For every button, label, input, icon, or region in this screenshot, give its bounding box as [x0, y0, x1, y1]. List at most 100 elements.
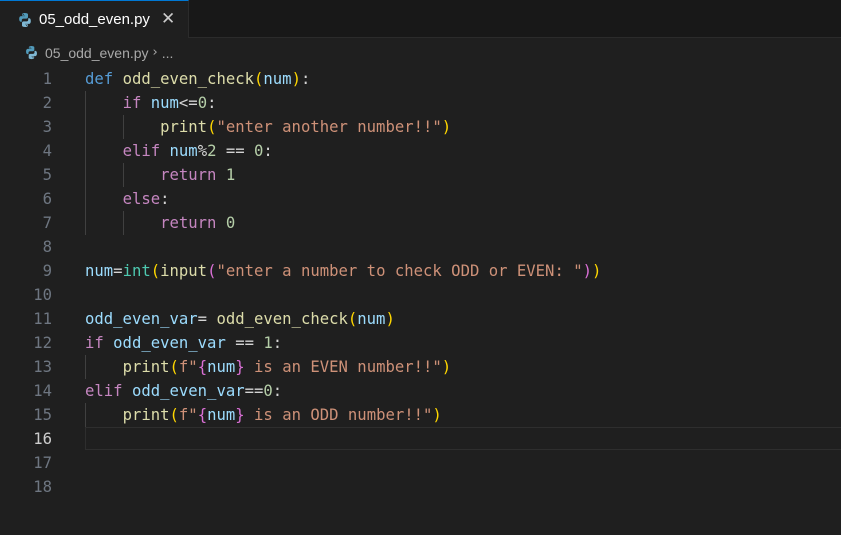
code-token: :	[272, 382, 283, 400]
code-token: =	[113, 262, 123, 280]
code-token: }	[235, 406, 245, 424]
code-token: "enter a number to check ODD or EVEN: "	[216, 262, 583, 280]
line-number: 8	[42, 238, 52, 256]
line-number: 1	[42, 70, 52, 88]
line-number: 18	[33, 478, 52, 496]
code-text: print("enter another number!!")	[85, 115, 451, 139]
code-editor[interactable]: 1 def odd_even_check(num): 2 if num<=0: 3 p…	[0, 67, 841, 535]
code-text: if odd_even_var == 1:	[85, 331, 282, 355]
code-token: num	[150, 94, 179, 112]
code-token: {	[197, 358, 208, 376]
line-number: 10	[33, 286, 52, 304]
code-token: (	[169, 358, 179, 376]
code-text: if num<=0:	[85, 91, 217, 115]
line-number: 6	[42, 190, 52, 208]
code-token: is an EVEN number!!"	[244, 358, 442, 376]
code-token: odd_even_var	[85, 310, 198, 328]
code-line[interactable]: 17	[0, 451, 841, 475]
code-token: :	[263, 142, 273, 160]
code-token: 1	[263, 334, 273, 352]
code-token: %	[197, 142, 208, 160]
code-text: elif num%2 == 0:	[85, 139, 273, 163]
line-number: 15	[33, 406, 52, 424]
code-token: )	[291, 70, 301, 88]
code-token: else	[122, 190, 161, 208]
code-text: def odd_even_check(num):	[85, 67, 310, 91]
code-line[interactable]: 6 else:	[0, 187, 841, 211]
code-token: :	[272, 334, 283, 352]
code-line[interactable]: 4 elif num%2 == 0:	[0, 139, 841, 163]
line-number: 5	[42, 166, 52, 184]
current-line-highlight	[85, 427, 841, 450]
python-icon	[19, 12, 31, 27]
code-text: return 1	[85, 163, 235, 187]
code-token: :	[207, 94, 217, 112]
code-line[interactable]: 5 return 1	[0, 163, 841, 187]
code-line[interactable]: 15 print(f"{num} is an ODD number!!")	[0, 403, 841, 427]
close-icon[interactable]: ✕	[161, 11, 175, 28]
code-token: odd_even_check	[216, 310, 348, 328]
code-line[interactable]: 8	[0, 235, 841, 259]
code-token: )	[385, 310, 395, 328]
code-token: print	[160, 118, 208, 136]
code-token: )	[592, 262, 602, 280]
code-text: print(f"{num} is an EVEN number!!")	[85, 355, 452, 379]
chevron-right-icon: ›	[152, 45, 158, 60]
breadcrumb-symbols[interactable]: ...	[162, 45, 174, 61]
code-token: print	[122, 358, 170, 376]
code-line[interactable]: 18	[0, 475, 841, 499]
code-line[interactable]: 14 elif odd_even_var==0:	[0, 379, 841, 403]
breadcrumb-file[interactable]: 05_odd_even.py	[45, 45, 149, 61]
code-token: 0	[197, 94, 208, 112]
code-text: num=int(input("enter a number to check O…	[85, 259, 601, 283]
code-line[interactable]: 11 odd_even_var= odd_even_check(num)	[0, 307, 841, 331]
code-token: :	[160, 190, 170, 208]
tab-05-odd-even[interactable]: 05_odd_even.py ✕	[0, 0, 189, 38]
code-line[interactable]: 7 return 0	[0, 211, 841, 235]
breadcrumb: 05_odd_even.py › ...	[0, 38, 841, 67]
code-token: 0	[254, 142, 264, 160]
code-token: num	[207, 406, 236, 424]
code-line[interactable]: 1 def odd_even_check(num):	[0, 67, 841, 91]
line-number: 11	[33, 310, 52, 328]
code-text: print(f"{num} is an ODD number!!")	[85, 403, 442, 427]
code-line[interactable]: 16	[0, 427, 841, 451]
code-token: print	[122, 406, 170, 424]
code-token: f"	[178, 406, 198, 424]
code-token: num	[85, 262, 114, 280]
code-line[interactable]: 13 print(f"{num} is an EVEN number!!")	[0, 355, 841, 379]
tab-label: 05_odd_even.py	[39, 11, 150, 28]
line-number: 13	[33, 358, 52, 376]
code-token: return	[160, 166, 217, 184]
line-number: 17	[33, 454, 52, 472]
code-token: is an ODD number!!"	[244, 406, 433, 424]
code-line[interactable]: 9 num=int(input("enter a number to check …	[0, 259, 841, 283]
code-text: return 0	[85, 211, 235, 235]
code-token: 1	[225, 166, 236, 184]
code-line[interactable]: 12 if odd_even_var == 1:	[0, 331, 841, 355]
code-token: )	[582, 262, 593, 280]
code-text: elif odd_even_var==0:	[85, 379, 282, 403]
code-token: (	[254, 70, 264, 88]
code-token: num	[207, 358, 236, 376]
line-number: 7	[42, 214, 52, 232]
code-token: if	[85, 334, 104, 352]
code-line[interactable]: 10	[0, 283, 841, 307]
code-line[interactable]: 2 if num<=0:	[0, 91, 841, 115]
line-number: 12	[33, 334, 52, 352]
code-token: int	[122, 262, 151, 280]
code-line[interactable]: 3 print("enter another number!!")	[0, 115, 841, 139]
code-text: else:	[85, 187, 170, 211]
